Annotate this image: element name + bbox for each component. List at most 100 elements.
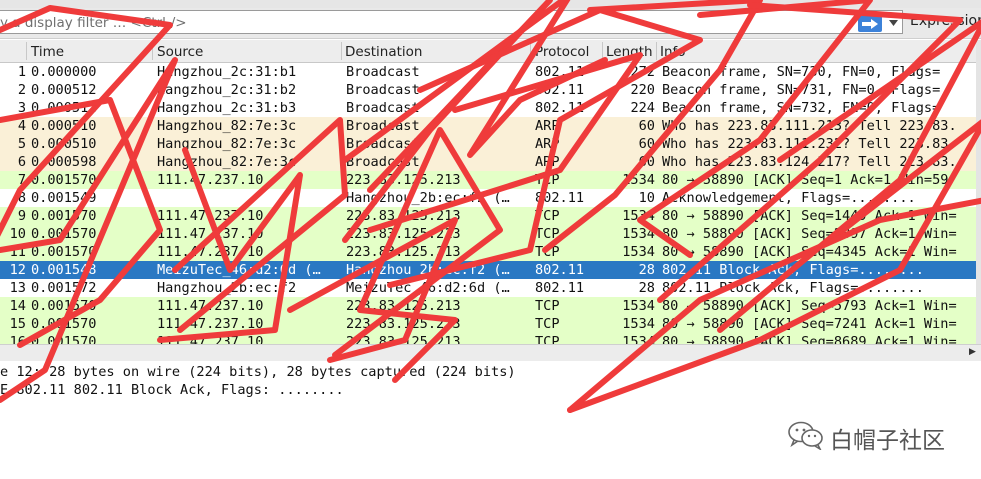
packet-length: 60 [638, 118, 655, 134]
apply-filter-button[interactable] [858, 16, 882, 32]
packet-destination: 223.83.125.213 [346, 208, 461, 224]
packet-length: 1534 [622, 334, 655, 344]
packet-protocol: TCP [535, 172, 560, 188]
packet-info: 80 → 58890 [ACK] Seq=1 Ack=1 Win=59 [662, 172, 949, 188]
packet-number: 3 [17, 100, 26, 116]
packet-source: 111.47.237.10 [157, 226, 264, 242]
packet-protocol: TCP [535, 244, 560, 260]
packet-source: Hangzhou_2c:31:b3 [157, 100, 297, 116]
packet-destination: Broadcast [346, 136, 420, 152]
packet-info: 802.11 Block Ack, Flags=........ [662, 262, 924, 278]
table-row[interactable]: 2 0.000512 Hangzhou_2c:31:b2 Broadcast 802.1… [0, 81, 976, 99]
packet-length: 60 [638, 136, 655, 152]
packet-number: 2 [17, 82, 26, 98]
column-header-protocol[interactable]: Protocol [535, 44, 589, 60]
packet-time: 0.000000 [31, 64, 97, 80]
packet-source: 111.47.237.10 [157, 298, 264, 314]
table-row[interactable]: 16 0.001570 111.47.237.10 223.83.125.213 TCP… [0, 333, 976, 344]
detail-frame-line[interactable]: e 12: 28 bytes on wire (224 bits), 28 by… [0, 364, 516, 380]
table-row[interactable]: 9 0.001570 111.47.237.10 223.83.125.213 TCP 1… [0, 207, 976, 225]
packet-protocol: 802.11 [535, 82, 585, 98]
chevron-down-icon [888, 20, 898, 26]
watermark-text: 白帽子社区 [830, 428, 945, 454]
packet-info: 80 → 58890 [ACK] Seq=8689 Ack=1 Win= [662, 334, 957, 344]
packet-info: Who has 223.83.111.213? Tell 223.83. [662, 118, 957, 134]
table-row[interactable]: 7 0.001570 111.47.237.10 223.83.125.213 TCP 1… [0, 171, 976, 189]
packet-info: 80 → 58890 [ACK] Seq=1449 Ack=1 Win= [662, 208, 957, 224]
column-header-length[interactable]: Length [606, 44, 653, 60]
column-separator[interactable] [530, 42, 531, 60]
table-row-selected[interactable]: 12 0.001548 MeizuTec_46:d2:6d (… Hangzhou_2… [0, 261, 976, 279]
packet-time: 0.001570 [31, 172, 97, 188]
packet-destination: 223.83.125.213 [346, 298, 461, 314]
packet-destination: Hangzhou_2b:ec:f2 (… [346, 190, 510, 206]
packet-time: 0.001548 [31, 262, 97, 278]
packet-source: Hangzhou_82:7e:3c [157, 136, 297, 152]
scroll-right-arrow-icon[interactable]: ▶ [969, 347, 976, 357]
packet-length: 60 [638, 154, 655, 170]
filter-history-dropdown[interactable] [885, 15, 901, 33]
packet-protocol: TCP [535, 298, 560, 314]
packet-protocol: TCP [535, 226, 560, 242]
column-header-time[interactable]: Time [31, 44, 64, 60]
table-row[interactable]: 14 0.001570 111.47.237.10 223.83.125.213 TCP… [0, 297, 976, 315]
packet-length: 1534 [622, 298, 655, 314]
display-filter-bar: y a display filter … <Ctrl-/> Expression… [0, 8, 981, 39]
column-header-source[interactable]: Source [157, 44, 203, 60]
packet-list-horizontal-scrollbar[interactable]: ▶ [0, 344, 981, 361]
column-header-destination[interactable]: Destination [345, 44, 422, 60]
table-row[interactable]: 13 0.001572 Hangzhou_2b:ec:f2 MeizuTec_46:d… [0, 279, 976, 297]
packet-protocol: 802.11 [535, 280, 585, 296]
packet-info: Beacon frame, SN=730, FN=0, Flags= [662, 64, 941, 80]
column-separator[interactable] [656, 42, 657, 60]
packet-info: 80 → 58890 [ACK] Seq=4345 Ack=1 Win= [662, 244, 957, 260]
table-row[interactable]: 3 0.000512 Hangzhou_2c:31:b3 Broadcast 802.1… [0, 99, 976, 117]
packet-info: Who has 223.83.111.232? Tell 223.83. [662, 136, 957, 152]
table-row[interactable]: 10 0.001570 111.47.237.10 223.83.125.213 TCP… [0, 225, 976, 243]
packet-time: 0.001570 [31, 226, 97, 242]
table-row[interactable]: 8 0.001549 Hangzhou_2b:ec:f2 (… 802.11 10 Ack… [0, 189, 976, 207]
packet-info: 80 → 58890 [ACK] Seq=7241 Ack=1 Win= [662, 316, 957, 332]
packet-time: 0.001570 [31, 316, 97, 332]
packet-info: Beacon frame, SN=732, FN=0, Flags= [662, 100, 941, 116]
packet-number: 13 [9, 280, 26, 296]
packet-number: 8 [17, 190, 26, 206]
packet-destination: Broadcast [346, 64, 420, 80]
packet-number: 5 [17, 136, 26, 152]
packet-number: 4 [17, 118, 26, 134]
packet-protocol: ARP [535, 154, 560, 170]
packet-length: 272 [630, 64, 655, 80]
packet-source: 111.47.237.10 [157, 172, 264, 188]
packet-destination: 223.83.125.213 [346, 244, 461, 260]
packet-info: Acknowledgement, Flags=........ [662, 190, 916, 206]
column-header-info[interactable]: Info [660, 44, 686, 60]
table-row[interactable]: 1 0.000000 Hangzhou_2c:31:b1 Broadcast 802.1… [0, 63, 976, 81]
packet-list-header: Time Source Destination Protocol Length … [0, 40, 976, 63]
packet-length: 1534 [622, 244, 655, 260]
packet-protocol: ARP [535, 118, 560, 134]
table-row[interactable]: 5 0.000510 Hangzhou_82:7e:3c Broadcast ARP 60… [0, 135, 976, 153]
detail-wlan-line[interactable]: E 802.11 802.11 Block Ack, Flags: ......… [0, 382, 344, 398]
column-separator[interactable] [26, 42, 27, 60]
packet-length: 224 [630, 100, 655, 116]
packet-source: Hangzhou_82:7e:3c [157, 118, 297, 134]
table-row[interactable]: 6 0.000598 Hangzhou_82:7e:3c Broadcast ARP 60… [0, 153, 976, 171]
column-separator[interactable] [152, 42, 153, 60]
wechat-icon [788, 421, 823, 452]
packet-time: 0.000510 [31, 118, 97, 134]
packet-time: 0.001572 [31, 280, 97, 296]
packet-number: 10 [9, 226, 26, 242]
expression-button[interactable]: Expression… [910, 13, 981, 29]
packet-list-vertical-scrollbar[interactable] [976, 40, 981, 345]
packet-length: 28 [638, 262, 655, 278]
packet-list: 1 0.000000 Hangzhou_2c:31:b1 Broadcast 802.1… [0, 63, 976, 344]
table-row[interactable]: 4 0.000510 Hangzhou_82:7e:3c Broadcast ARP 60… [0, 117, 976, 135]
packet-destination: Broadcast [346, 154, 420, 170]
filter-placeholder: y a display filter … <Ctrl-/> [0, 15, 187, 31]
display-filter-input[interactable]: y a display filter … <Ctrl-/> [0, 10, 903, 34]
packet-destination: 223.83.125.213 [346, 316, 461, 332]
table-row[interactable]: 15 0.001570 111.47.237.10 223.83.125.213 TCP… [0, 315, 976, 333]
column-separator[interactable] [602, 42, 603, 60]
table-row[interactable]: 11 0.001570 111.47.237.10 223.83.125.213 TCP… [0, 243, 976, 261]
column-separator[interactable] [341, 42, 342, 60]
